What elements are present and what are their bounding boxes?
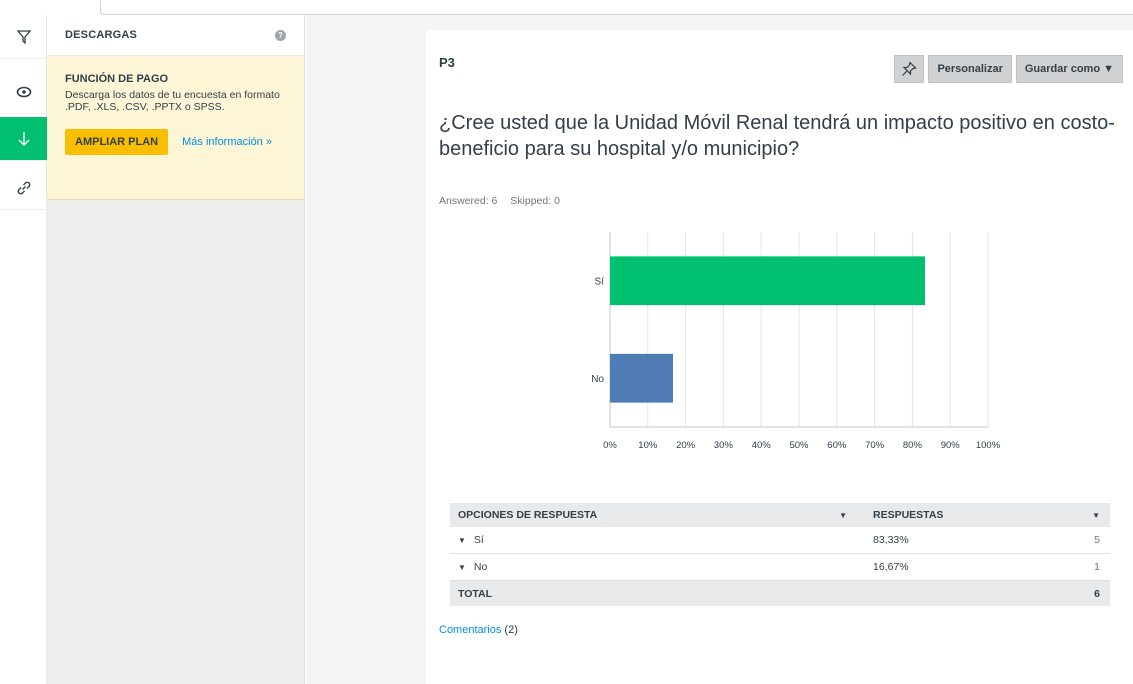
- total-count: 6: [1094, 587, 1100, 600]
- row-percent: 16,67%: [873, 561, 909, 573]
- x-tick-label: 0%: [603, 440, 617, 451]
- bar-chart: 0% 10% 20% 30% 40% 50% 60% 70% 80% 90% 100% Sí No: [591, 232, 1001, 451]
- share-link-button[interactable]: [0, 166, 47, 210]
- total-label: TOTAL: [458, 587, 493, 600]
- row-label: Sí: [473, 534, 484, 546]
- table-row: ▼ Sí 83,33% 5: [450, 527, 1110, 554]
- responses-table: OPCIONES DE RESPUESTA ▼ RESPUESTAS ▼ ▼ S…: [450, 503, 1110, 606]
- sort-options-icon[interactable]: ▼: [839, 511, 847, 520]
- comments-link[interactable]: Comentarios (2): [439, 624, 518, 636]
- category-label: Sí: [595, 276, 605, 287]
- x-tick-label: 100%: [976, 440, 1001, 451]
- x-tick-label: 80%: [903, 440, 923, 451]
- pin-icon: [902, 61, 918, 76]
- response-stats: Answered: 6 Skipped: 0: [439, 195, 570, 207]
- promo-title: FUNCIÓN DE PAGO: [65, 73, 169, 85]
- panel-header: DESCARGAS ?: [47, 15, 304, 56]
- expand-row-icon[interactable]: ▼: [458, 536, 466, 545]
- x-tick-label: 60%: [827, 440, 847, 451]
- row-percent: 83,33%: [873, 534, 909, 546]
- row-count: 1: [1094, 561, 1100, 573]
- downloads-button[interactable]: [0, 117, 47, 161]
- question-number: P3: [439, 55, 455, 70]
- panel-title: DESCARGAS: [65, 29, 138, 41]
- table-total-row: TOTAL 6: [450, 581, 1110, 606]
- question-card: P3 Personalizar Guardar como ▼ ¿Cree ust…: [426, 30, 1133, 684]
- header-responses: RESPUESTAS: [873, 509, 944, 521]
- row-label: No: [473, 561, 488, 573]
- downloads-panel: DESCARGAS ? FUNCIÓN DE PAGO Descarga los…: [47, 15, 305, 684]
- promo-actions: AMPLIAR PLAN Más información »: [65, 129, 286, 155]
- customize-button[interactable]: Personalizar: [928, 55, 1012, 83]
- view-button[interactable]: [0, 70, 47, 114]
- sort-responses-icon[interactable]: ▼: [1092, 511, 1100, 520]
- upgrade-plan-button[interactable]: AMPLIAR PLAN: [65, 129, 169, 155]
- bar[interactable]: [610, 353, 674, 403]
- x-tick-label: 20%: [676, 440, 696, 451]
- more-info-link[interactable]: Más información »: [182, 136, 272, 148]
- x-tick-label: 10%: [638, 440, 658, 451]
- table-header: OPCIONES DE RESPUESTA ▼ RESPUESTAS ▼: [450, 503, 1110, 527]
- x-tick-label: 70%: [865, 440, 885, 451]
- x-tick-label: 90%: [941, 440, 961, 451]
- promo-text: Descarga los datos de tu encuesta en for…: [65, 89, 280, 113]
- bar[interactable]: [610, 256, 925, 306]
- link-icon: [17, 181, 30, 194]
- left-rail: [0, 15, 47, 684]
- filter-button[interactable]: [0, 15, 47, 59]
- top-tab-strip: [0, 0, 1133, 15]
- filter-icon: [16, 29, 31, 44]
- eye-icon: [16, 86, 31, 97]
- download-icon: [18, 131, 29, 146]
- row-count: 5: [1094, 534, 1100, 546]
- help-icon[interactable]: ?: [275, 29, 286, 41]
- x-tick-label: 40%: [752, 440, 772, 451]
- question-text: ¿Cree usted que la Unidad Móvil Renal te…: [439, 112, 1115, 160]
- comments-label: Comentarios: [439, 624, 502, 636]
- table-row: ▼ No 16,67% 1: [450, 554, 1110, 581]
- pin-button[interactable]: [894, 55, 925, 83]
- category-label: No: [591, 374, 604, 385]
- save-as-button[interactable]: Guardar como ▼: [1015, 55, 1123, 83]
- paid-feature-promo: FUNCIÓN DE PAGO Descarga los datos de tu…: [47, 56, 304, 200]
- header-options: OPCIONES DE RESPUESTA: [458, 509, 598, 521]
- comments-count: (2): [504, 624, 518, 636]
- main-area: P3 Personalizar Guardar como ▼ ¿Cree ust…: [306, 15, 1133, 684]
- x-tick-label: 50%: [789, 440, 809, 451]
- expand-row-icon[interactable]: ▼: [458, 563, 466, 572]
- skipped-count: Skipped: 0: [510, 195, 560, 207]
- answered-count: Answered: 6: [439, 195, 498, 207]
- x-tick-label: 30%: [714, 440, 734, 451]
- card-toolbar: Personalizar Guardar como ▼: [894, 55, 1123, 83]
- tab-edge: [100, 0, 1133, 15]
